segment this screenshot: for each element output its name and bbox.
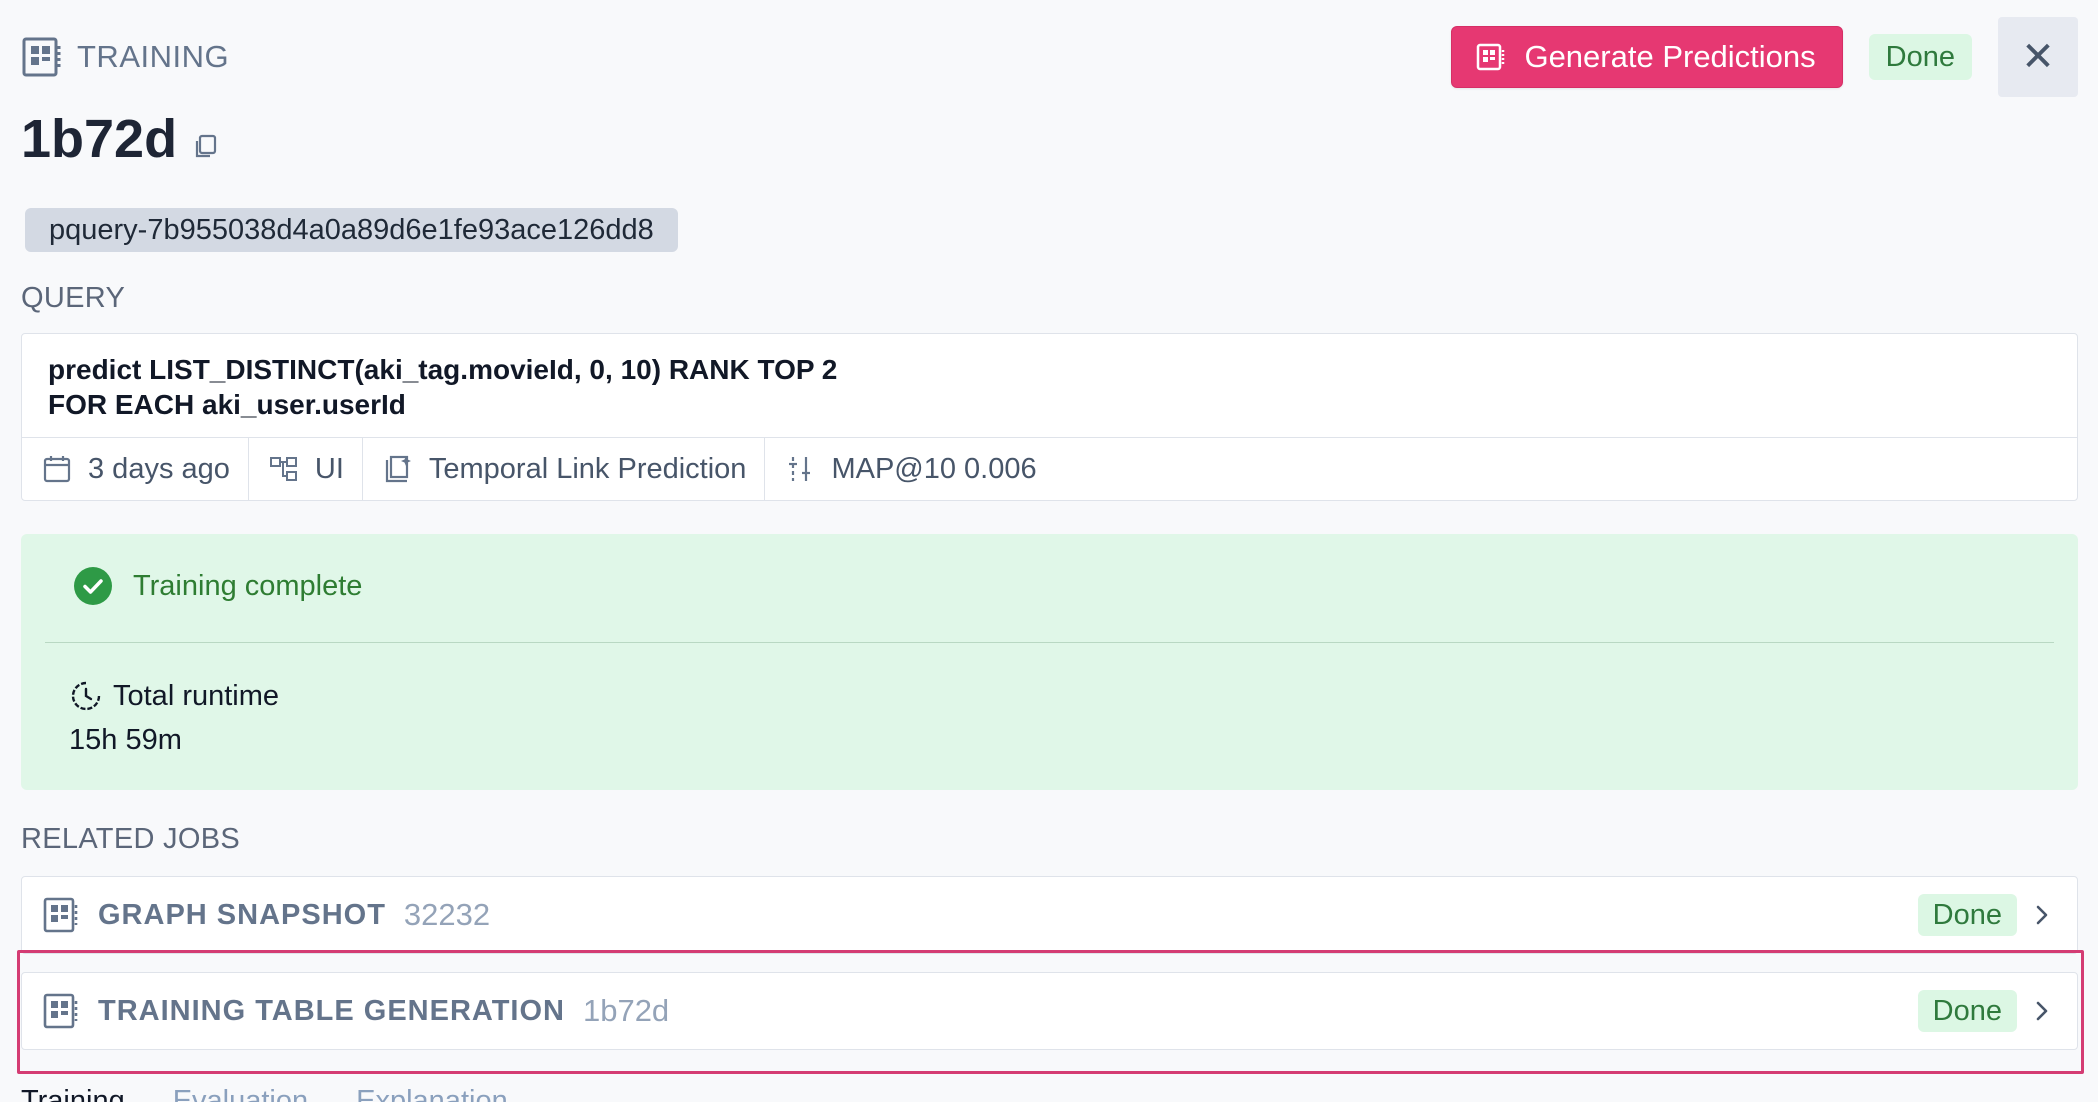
status-headline: Training complete	[73, 566, 362, 606]
query-box: predict LIST_DISTINCT(aki_tag.movieId, 0…	[21, 333, 2078, 501]
meta-source: UI	[249, 438, 363, 500]
meta-created: 3 days ago	[22, 438, 249, 500]
close-icon: ✕	[2021, 35, 2055, 79]
query-meta-row: 3 days ago UI Temporal Link Prediction M…	[22, 438, 2077, 500]
page-title: 1b72d	[21, 109, 178, 169]
job-kind-label: TRAINING	[77, 39, 230, 74]
meta-metric: MAP@10 0.006	[765, 438, 1054, 500]
status-divider	[45, 642, 2054, 643]
meta-task-type-label: Temporal Link Prediction	[428, 452, 747, 485]
related-job-id: 32232	[403, 897, 491, 932]
pquery-id-chip[interactable]: pquery-7b955038d4a0a89d6e1fe93ace126dd8	[25, 208, 678, 252]
tab-training[interactable]: Training	[21, 1085, 125, 1102]
tab-explanation[interactable]: Explanation	[356, 1085, 508, 1102]
runtime-value: 15h 59m	[69, 724, 182, 756]
related-job-type: GRAPH SNAPSHOT	[98, 898, 386, 931]
title-row: 1b72d	[21, 108, 219, 170]
runtime-label: Total runtime	[69, 679, 279, 713]
job-kind: TRAINING	[21, 36, 229, 78]
status-badge: Done	[1917, 990, 2017, 1032]
job-icon	[43, 993, 78, 1029]
meta-created-label: 3 days ago	[88, 452, 230, 485]
flow-icon	[269, 457, 297, 481]
query-text: predict LIST_DISTINCT(aki_tag.movieId, 0…	[22, 334, 2077, 438]
task-type-icon	[385, 455, 411, 483]
status-badge: Done	[1868, 34, 1972, 80]
meta-task-type: Temporal Link Prediction	[363, 438, 766, 500]
chevron-right-icon	[2036, 1001, 2048, 1021]
status-badge: Done	[1917, 894, 2017, 936]
query-section-label: QUERY	[21, 282, 126, 314]
close-button[interactable]: ✕	[1998, 17, 2078, 97]
metric-icon	[789, 457, 811, 481]
training-status-box: Training complete Total runtime 15h 59m	[21, 534, 2078, 790]
related-job-id: 1b72d	[582, 993, 670, 1028]
generate-predictions-label: Generate Predictions	[1524, 39, 1816, 74]
predictions-icon	[1477, 43, 1505, 71]
related-job-status: Done	[1917, 990, 2053, 1032]
meta-source-label: UI	[314, 452, 344, 485]
related-job-status: Done	[1917, 894, 2053, 936]
timer-icon	[71, 681, 101, 711]
calendar-icon	[43, 456, 71, 483]
runtime-label-text: Total runtime	[113, 679, 280, 712]
header-actions: Generate Predictions Done ✕	[1451, 17, 2078, 97]
related-jobs-label: RELATED JOBS	[21, 823, 241, 855]
meta-metric-label: MAP@10 0.006	[831, 452, 1037, 485]
related-job-row[interactable]: GRAPH SNAPSHOT 32232 Done	[21, 876, 2078, 954]
detail-tabs: Training Evaluation Explanation	[21, 1085, 508, 1102]
chevron-right-icon	[2036, 905, 2048, 925]
status-headline-text: Training complete	[133, 569, 363, 602]
related-job-type: TRAINING TABLE GENERATION	[98, 994, 565, 1027]
header: TRAINING Generate Predictions Done ✕	[21, 17, 2078, 97]
copy-icon[interactable]	[191, 132, 219, 160]
check-circle-icon	[74, 567, 112, 605]
tab-evaluation[interactable]: Evaluation	[173, 1085, 308, 1102]
job-icon	[22, 37, 61, 77]
related-job-row[interactable]: TRAINING TABLE GENERATION 1b72d Done	[21, 972, 2078, 1050]
job-icon	[43, 897, 78, 933]
generate-predictions-button[interactable]: Generate Predictions	[1451, 26, 1843, 88]
training-detail-page: TRAINING Generate Predictions Done ✕ 1b7…	[0, 0, 2098, 1102]
